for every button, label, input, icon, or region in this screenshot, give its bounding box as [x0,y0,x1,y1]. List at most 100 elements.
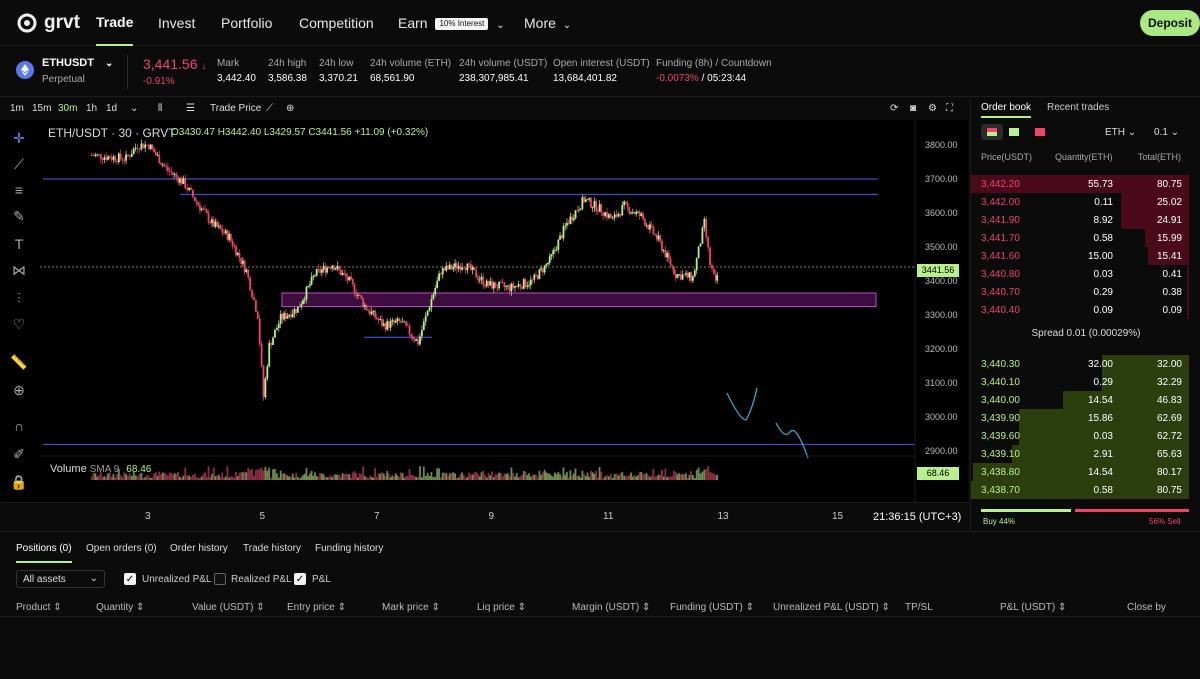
zoom-icon[interactable]: ⊕ [10,382,28,400]
step-select[interactable]: 0.1 ⌄ [1154,127,1179,138]
col-entry-price[interactable]: Entry price ⇕ [287,602,346,613]
symbol-selector[interactable]: ETHUSDT ⌄ [42,57,113,69]
ask-row[interactable]: 3,440.70 0.29 0.38 [971,283,1200,301]
candle-body [619,213,622,216]
tab-trade-history[interactable]: Trade history [243,543,301,554]
col-funding[interactable]: Funding (USDT) ⇕ [670,602,754,613]
bid-row[interactable]: 3,438.80 14.54 80.17 [971,463,1200,481]
nav-earn[interactable]: Earn 10% Interest ⌄ [398,0,505,46]
deposit-button[interactable]: Deposit [1140,10,1200,36]
col-margin[interactable]: Margin (USDT) ⇕ [572,602,650,613]
bid-row[interactable]: 3,439.60 0.03 62.72 [971,427,1200,445]
bid-row[interactable]: 3,440.00 14.54 46.83 [971,391,1200,409]
volume-bar [288,476,291,480]
candle-body [107,156,109,160]
line-chart-icon[interactable]: ⟋ [266,103,273,114]
bid-row[interactable]: 3,440.30 32.00 32.00 [971,355,1200,373]
pnl-checkbox[interactable]: ✓ [294,573,306,585]
view-both-icon[interactable] [981,124,1003,140]
volume-bar [197,477,200,480]
text-icon[interactable]: T [10,236,28,254]
magnet-icon[interactable]: ∩ [10,418,28,436]
fullscreen-icon[interactable]: ⛶ [946,103,953,114]
trend-line-icon[interactable]: ⟋ [10,156,28,174]
ask-row[interactable]: 3,442.20 55.73 80.75 [971,175,1200,193]
tab-open-orders[interactable]: Open orders (0) [86,543,157,554]
bid-row[interactable]: 3,439.10 2.91 65.63 [971,445,1200,463]
lock-icon[interactable]: 🔒 [10,474,28,492]
nav-trade[interactable]: Trade [96,0,134,46]
interval-1h[interactable]: 1h [86,103,97,114]
nav-more[interactable]: More ⌄ [524,0,571,46]
nav-invest[interactable]: Invest [158,0,195,46]
brush-icon[interactable]: ✎ [10,208,28,226]
chevron-down-icon[interactable]: ⌄ [130,103,138,114]
y-tick-label: 3600.00 [925,208,958,218]
tab-funding-history[interactable]: Funding history [315,543,383,554]
measure-lines-icon[interactable]: ⫶ [10,290,28,308]
add-indicator-icon[interactable]: ⊕ [286,103,294,114]
volume-bar [322,474,325,480]
volume-bar [320,473,323,480]
col-unrealized-pnl[interactable]: Unrealized P&L (USDT) ⇕ [773,602,890,613]
candle-body [105,157,108,160]
col-pnl[interactable]: P&L (USDT) ⇕ [1000,602,1066,613]
interval-1m[interactable]: 1m [10,103,24,114]
ask-row[interactable]: 3,441.60 15.00 15.41 [971,247,1200,265]
col-tpsl[interactable]: TP/SL [905,602,933,613]
realized-pnl-checkbox[interactable] [214,573,226,585]
price-chart[interactable]: 3800.00 3700.00 3600.00 3500.00 3400.00 3300.… [0,120,968,502]
refresh-icon[interactable]: ⟳ [890,103,898,114]
asset-filter-dropdown[interactable]: All assets ⌄ [16,570,105,588]
interval-1d[interactable]: 1d [106,103,117,114]
col-value[interactable]: Value (USDT) ⇕ [192,602,265,613]
ask-row[interactable]: 3,442.00 0.11 25.02 [971,193,1200,211]
tab-order-history[interactable]: Order history [170,543,228,554]
heart-icon[interactable]: ♡ [10,316,28,334]
unrealized-pnl-checkbox[interactable]: ✓ [124,573,136,585]
col-close-by[interactable]: Close by [1127,602,1166,613]
tab-recent-trades[interactable]: Recent trades [1047,102,1109,113]
candle-body [669,258,672,266]
tab-order-book[interactable]: Order book [981,102,1032,118]
horizontal-lines-icon[interactable]: ≡ [10,182,28,200]
view-bids-icon[interactable] [1009,128,1019,136]
tab-positions[interactable]: Positions (0) [16,543,72,563]
pattern-icon[interactable]: ⋈ [10,262,28,280]
nav-competition[interactable]: Competition [299,0,374,46]
col-mark-price[interactable]: Mark price ⇕ [382,602,440,613]
grvt-logo[interactable]: grvt [16,12,80,34]
candle-body [683,274,686,276]
col-liq-price[interactable]: Liq price ⇕ [477,602,526,613]
trade-price-toggle[interactable]: Trade Price [210,103,261,114]
candle-body [477,277,479,280]
bid-row[interactable]: 3,438.70 0.58 80.75 [971,481,1200,499]
indicator-icon[interactable]: ☰ [186,103,195,114]
ask-row[interactable]: 3,441.70 0.58 15.99 [971,229,1200,247]
bid-row[interactable]: 3,440.10 0.29 32.29 [971,373,1200,391]
settings-icon[interactable]: ⚙ [928,103,937,114]
crosshair-icon[interactable]: ✛ [10,130,28,148]
ask-row[interactable]: 3,440.40 0.09 0.09 [971,301,1200,319]
chart-canvas[interactable]: 3800.00 3700.00 3600.00 3500.00 3400.00 3300.… [0,120,968,502]
view-asks-icon[interactable] [1035,128,1045,136]
interval-15m[interactable]: 15m [32,103,51,114]
lock-drawing-icon[interactable]: ✐ [10,446,28,464]
bid-row[interactable]: 3,439.90 15.86 62.69 [971,409,1200,427]
camera-icon[interactable]: ◙ [910,103,916,114]
positions-panel: Positions (0) Open orders (0) Order hist… [0,531,1200,679]
col-product[interactable]: Product ⇕ [16,602,62,613]
candle-body [202,208,205,210]
volume-bar [369,475,371,480]
candle-body [501,282,504,283]
interval-30m[interactable]: 30m [58,103,77,114]
nav-portfolio[interactable]: Portfolio [221,0,272,46]
candle-body [154,152,157,155]
ask-row[interactable]: 3,440.80 0.03 0.41 [971,265,1200,283]
col-quantity[interactable]: Quantity ⇕ [96,602,144,613]
ask-row[interactable]: 3,441.90 8.92 24.91 [971,211,1200,229]
asset-select[interactable]: ETH ⌄ [1105,127,1136,138]
candle-body [272,337,274,345]
candle-type-icon[interactable]: ⫴ [158,103,162,114]
ruler-icon[interactable]: 📏 [10,354,28,372]
